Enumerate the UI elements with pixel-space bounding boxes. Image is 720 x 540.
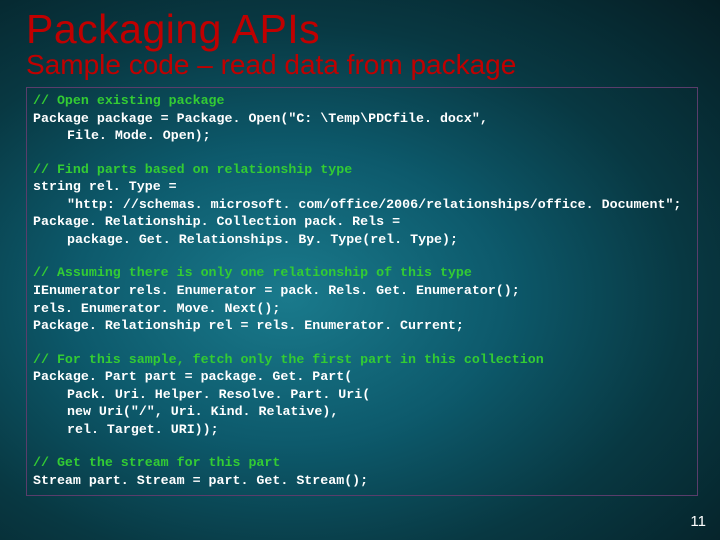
code-comment: // Get the stream for this part: [33, 454, 691, 472]
code-line: package. Get. Relationships. By. Type(re…: [33, 231, 691, 249]
code-line: Package. Relationship. Collection pack. …: [33, 213, 691, 231]
code-line: Package package = Package. Open("C: \Tem…: [33, 110, 691, 128]
code-comment: // Assuming there is only one relationsh…: [33, 264, 691, 282]
code-line: Package. Relationship rel = rels. Enumer…: [33, 317, 691, 335]
code-blank: [33, 335, 691, 351]
code-comment: // Open existing package: [33, 92, 691, 110]
code-block: // Open existing package Package package…: [26, 87, 698, 496]
code-comment: // Find parts based on relationship type: [33, 161, 691, 179]
code-blank: [33, 145, 691, 161]
code-line: rel. Target. URI));: [33, 421, 691, 439]
code-line: rels. Enumerator. Move. Next();: [33, 300, 691, 318]
code-blank: [33, 248, 691, 264]
code-line: Stream part. Stream = part. Get. Stream(…: [33, 472, 691, 490]
code-line: Package. Part part = package. Get. Part(: [33, 368, 691, 386]
slide-subtitle: Sample code – read data from package: [26, 49, 694, 81]
code-line: string rel. Type =: [33, 178, 691, 196]
code-line: "http: //schemas. microsoft. com/office/…: [33, 196, 691, 214]
slide-title: Packaging APIs: [26, 8, 694, 51]
code-line: new Uri("/", Uri. Kind. Relative),: [33, 403, 691, 421]
code-comment: // For this sample, fetch only the first…: [33, 351, 691, 369]
code-blank: [33, 438, 691, 454]
page-number: 11: [690, 513, 706, 530]
slide: Packaging APIs Sample code – read data f…: [0, 0, 720, 540]
code-line: File. Mode. Open);: [33, 127, 691, 145]
code-line: IEnumerator rels. Enumerator = pack. Rel…: [33, 282, 691, 300]
code-line: Pack. Uri. Helper. Resolve. Part. Uri(: [33, 386, 691, 404]
